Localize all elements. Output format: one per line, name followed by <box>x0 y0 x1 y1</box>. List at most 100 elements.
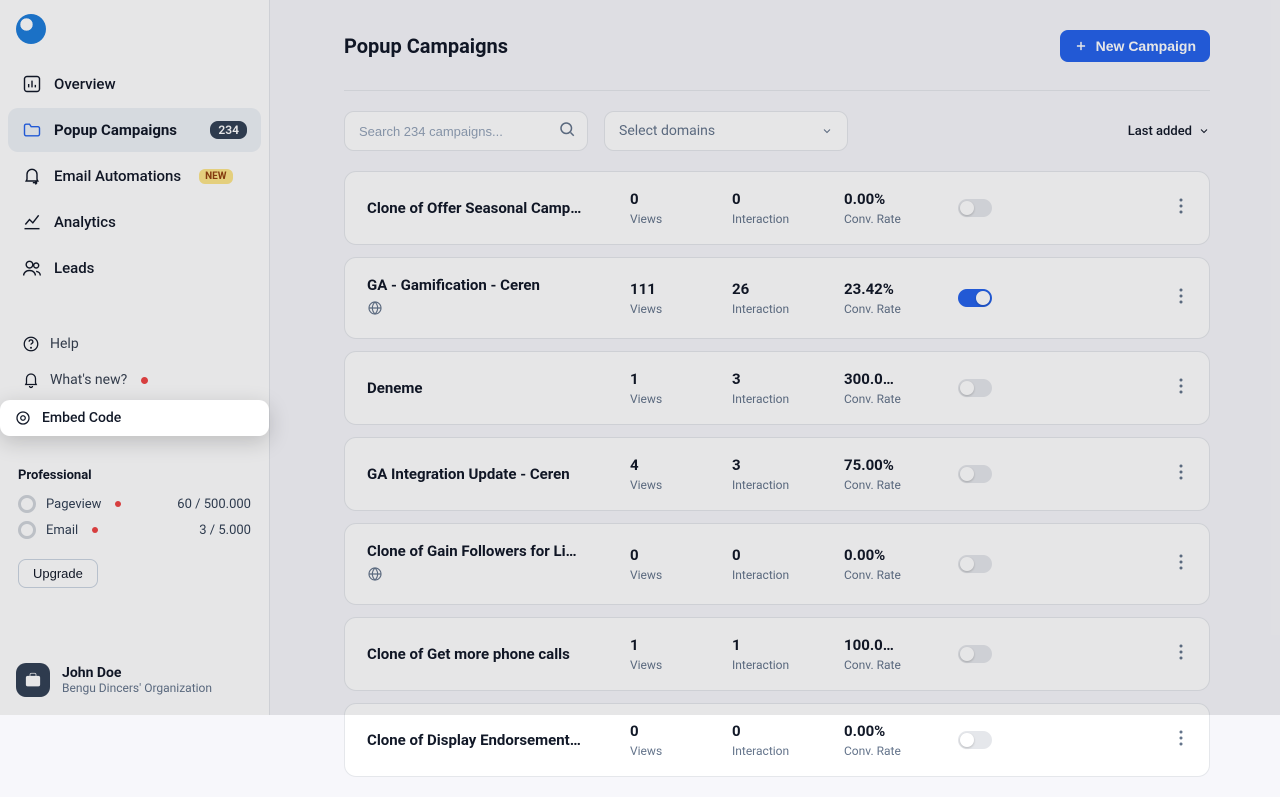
nav-item-analytics[interactable]: Analytics <box>8 200 261 244</box>
nav-item-help[interactable]: Help <box>8 326 261 362</box>
plan-metric-value: 60 / 500.000 <box>177 497 251 512</box>
domain-select[interactable]: Select domains <box>604 111 848 151</box>
alert-dot <box>92 527 98 533</box>
campaign-name: GA Integration Update - Ceren <box>367 465 612 483</box>
nav-item-whats-new[interactable]: What's new? <box>8 362 261 398</box>
more-menu[interactable] <box>1175 460 1187 488</box>
interaction-value: 3 <box>732 370 826 388</box>
nav-item-popup-campaigns[interactable]: Popup Campaigns234 <box>8 108 261 152</box>
campaign-name: Deneme <box>367 379 612 397</box>
help-circle-icon <box>22 335 40 353</box>
views-value: 1 <box>630 636 714 654</box>
conv-rate-value: 75.00% <box>844 456 928 474</box>
globe-icon <box>367 300 612 320</box>
interaction-value: 1 <box>732 636 826 654</box>
conv-rate-label: Conv. Rate <box>844 658 928 672</box>
notification-dot <box>141 377 148 384</box>
campaign-name: Clone of Get more phone calls <box>367 645 612 663</box>
conv-rate-value: 23.42% <box>844 280 928 298</box>
campaign-card[interactable]: Clone of Get more phone calls1Views1Inte… <box>344 617 1210 691</box>
globe-icon <box>367 566 612 586</box>
views-label: Views <box>630 392 714 406</box>
views-label: Views <box>630 744 714 758</box>
conv-rate-label: Conv. Rate <box>844 478 928 492</box>
usage-ring <box>18 495 36 513</box>
nav-label: Email Automations <box>54 167 181 185</box>
conv-rate-label: Conv. Rate <box>844 744 928 758</box>
interaction-value: 0 <box>732 722 826 740</box>
more-menu[interactable] <box>1175 284 1187 312</box>
interaction-label: Interaction <box>732 568 826 582</box>
campaign-toggle[interactable] <box>958 379 992 397</box>
interaction-label: Interaction <box>732 658 826 672</box>
new-campaign-button[interactable]: New Campaign <box>1060 30 1210 62</box>
conv-rate-value: 0.00% <box>844 190 928 208</box>
campaign-name: Clone of Display Endorsement… <box>367 731 612 749</box>
nav-label: What's new? <box>50 372 127 388</box>
plan-box: Professional Pageview60 / 500.000Email3 … <box>8 468 261 588</box>
user-org: Bengu Dincers' Organization <box>62 681 212 695</box>
more-menu[interactable] <box>1175 194 1187 222</box>
views-label: Views <box>630 478 714 492</box>
conv-rate-value: 0.00% <box>844 546 928 564</box>
interaction-value: 3 <box>732 456 826 474</box>
folder-icon <box>22 120 42 140</box>
new-badge: New <box>199 169 232 184</box>
plan-metric-label: Pageview <box>46 497 101 512</box>
user-name: John Doe <box>62 665 212 681</box>
campaign-card[interactable]: Deneme1Views3Interaction300.0…Conv. Rate <box>344 351 1210 425</box>
campaign-toggle[interactable] <box>958 289 992 307</box>
campaign-card[interactable]: Clone of Display Endorsement…0Views0Inte… <box>344 703 1210 777</box>
bell-forward-icon <box>22 166 42 186</box>
interaction-value: 0 <box>732 190 826 208</box>
more-menu[interactable] <box>1175 726 1187 754</box>
search-icon <box>558 120 576 142</box>
interaction-value: 26 <box>732 280 826 298</box>
interaction-value: 0 <box>732 546 826 564</box>
interaction-label: Interaction <box>732 392 826 406</box>
more-menu[interactable] <box>1175 640 1187 668</box>
logo[interactable] <box>8 14 261 62</box>
campaign-toggle[interactable] <box>958 731 992 749</box>
nav-item-embed-code[interactable]: Embed Code <box>0 400 269 436</box>
conv-rate-value: 0.00% <box>844 722 928 740</box>
bar-chart-icon <box>22 74 42 94</box>
more-menu[interactable] <box>1175 374 1187 402</box>
plan-rows: Pageview 60 / 500.000 Email3 / 5.000 <box>18 495 251 539</box>
campaign-card[interactable]: Clone of Offer Seasonal Camp…0Views0Inte… <box>344 171 1210 245</box>
campaign-card[interactable]: Clone of Gain Followers for Li…0Views0In… <box>344 523 1210 605</box>
plan-metric-value: 3 / 5.000 <box>199 523 251 538</box>
views-value: 0 <box>630 190 714 208</box>
nav-item-email-automations[interactable]: Email Automations New <box>8 154 261 198</box>
campaign-toggle[interactable] <box>958 645 992 663</box>
usage-ring <box>18 521 36 539</box>
sidebar: OverviewPopup Campaigns234Email Automati… <box>0 0 270 715</box>
views-label: Views <box>630 568 714 582</box>
domain-select-label: Select domains <box>619 123 715 139</box>
upgrade-button[interactable]: Upgrade <box>18 559 98 588</box>
plus-icon <box>1074 39 1088 53</box>
chevron-down-icon <box>1198 125 1210 137</box>
campaign-toggle[interactable] <box>958 465 992 483</box>
nav-label: Popup Campaigns <box>54 121 177 139</box>
search-input[interactable] <box>344 111 588 151</box>
nav-item-leads[interactable]: Leads <box>8 246 261 290</box>
campaign-name: Clone of Offer Seasonal Camp… <box>367 199 612 217</box>
user-box[interactable]: John Doe Bengu Dincers' Organization <box>8 653 261 707</box>
sort-label: Last added <box>1128 124 1192 139</box>
nav-label: Embed Code <box>42 410 121 426</box>
views-value: 0 <box>630 546 714 564</box>
interaction-label: Interaction <box>732 744 826 758</box>
interaction-label: Interaction <box>732 302 826 316</box>
secondary-nav: Help What's new? Embed Code <box>8 326 261 438</box>
sort-dropdown[interactable]: Last added <box>1128 124 1210 139</box>
plan-row: Pageview 60 / 500.000 <box>18 495 251 513</box>
campaign-card[interactable]: GA Integration Update - Ceren4Views3Inte… <box>344 437 1210 511</box>
plan-row: Email3 / 5.000 <box>18 521 251 539</box>
more-menu[interactable] <box>1175 550 1187 578</box>
campaign-card[interactable]: GA - Gamification - Ceren111Views26Inter… <box>344 257 1210 339</box>
nav-item-overview[interactable]: Overview <box>8 62 261 106</box>
campaign-toggle[interactable] <box>958 199 992 217</box>
campaign-toggle[interactable] <box>958 555 992 573</box>
main: Popup Campaigns New Campaign Select doma… <box>270 0 1280 715</box>
